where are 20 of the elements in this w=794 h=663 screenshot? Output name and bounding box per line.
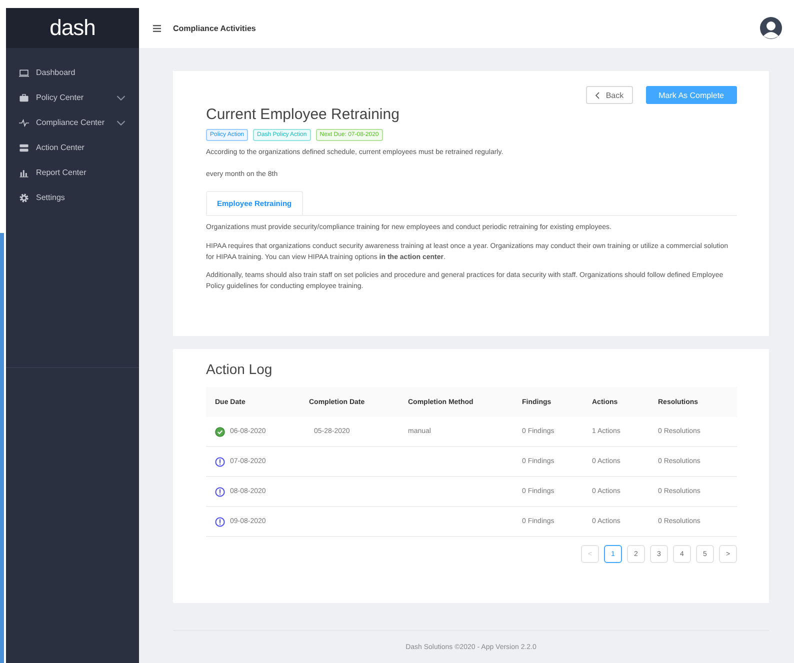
page-title: Compliance Activities bbox=[173, 24, 257, 32]
sidebar-item[interactable]: Policy Center bbox=[6, 85, 139, 110]
chevron-left-icon bbox=[594, 92, 600, 98]
activity-title: Current Employee Retraining bbox=[206, 106, 400, 123]
sidebar-item[interactable]: Settings bbox=[6, 185, 139, 210]
avatar[interactable] bbox=[760, 17, 782, 39]
sidebar-item[interactable]: Action Center bbox=[6, 135, 139, 160]
gear-icon bbox=[19, 192, 29, 202]
pulse-icon bbox=[19, 118, 29, 128]
logo: dash bbox=[50, 15, 96, 41]
sidebar-item[interactable]: Report Center bbox=[6, 160, 139, 185]
monitor-icon bbox=[19, 68, 29, 78]
menu-icon[interactable] bbox=[153, 24, 161, 32]
section-title: Action Log bbox=[206, 361, 274, 377]
bar-chart-icon bbox=[19, 168, 29, 178]
sidebar-item[interactable]: Dashboard bbox=[6, 60, 139, 85]
back-button[interactable]: Back bbox=[586, 86, 633, 104]
sidebar-item[interactable]: Compliance Center bbox=[6, 110, 139, 135]
briefcase-icon bbox=[19, 92, 29, 102]
server-icon bbox=[19, 142, 29, 152]
